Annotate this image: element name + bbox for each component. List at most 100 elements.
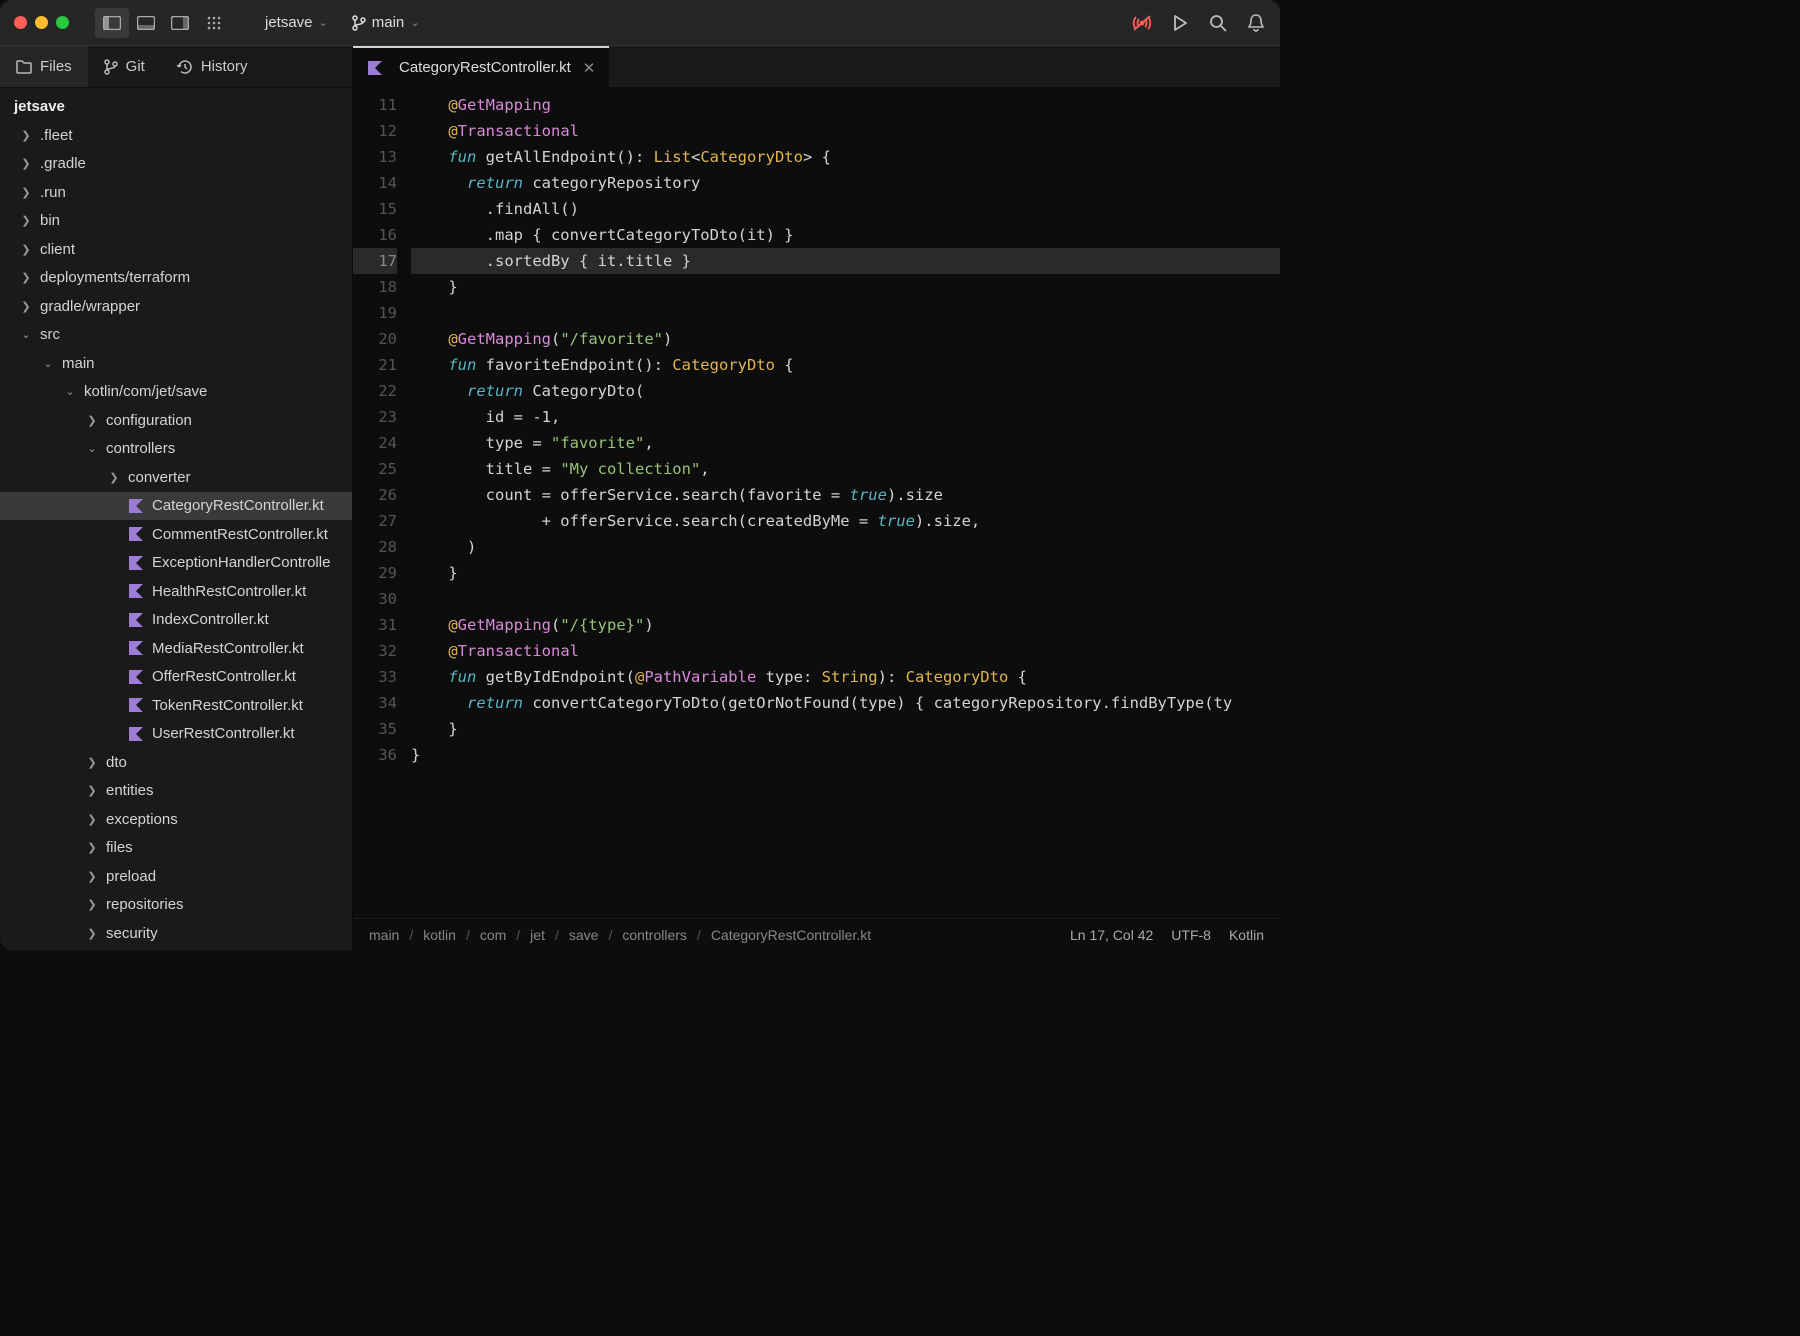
code-line[interactable]: + offerService.search(createdByMe = true… bbox=[411, 508, 1280, 534]
code-line[interactable]: title = "My collection", bbox=[411, 456, 1280, 482]
tree-folder[interactable]: ❯bin bbox=[0, 207, 352, 236]
minimize-window[interactable] bbox=[35, 16, 48, 29]
code-line[interactable]: } bbox=[411, 274, 1280, 300]
code-line[interactable]: return convertCategoryToDto(getOrNotFoun… bbox=[411, 690, 1280, 716]
breadcrumb[interactable]: main/kotlin/com/jet/save/controllers/Cat… bbox=[369, 927, 871, 943]
broadcast-off-icon[interactable] bbox=[1132, 13, 1152, 33]
chevron-right-icon[interactable]: ❯ bbox=[84, 813, 100, 826]
chevron-down-icon[interactable]: ⌄ bbox=[18, 328, 34, 341]
chevron-right-icon[interactable]: ❯ bbox=[18, 157, 34, 170]
tree-folder[interactable]: ⌄kotlin/com/jet/save bbox=[0, 378, 352, 407]
chevron-right-icon[interactable]: ❯ bbox=[84, 756, 100, 769]
chevron-right-icon[interactable]: ❯ bbox=[18, 300, 34, 313]
chevron-right-icon[interactable]: ❯ bbox=[84, 927, 100, 940]
breadcrumb-item[interactable]: main bbox=[369, 927, 399, 943]
code[interactable]: @GetMapping @Transactional fun getAllEnd… bbox=[411, 92, 1280, 918]
panel-right-icon[interactable] bbox=[163, 8, 197, 38]
cursor-position[interactable]: Ln 17, Col 42 bbox=[1070, 927, 1153, 943]
tree-folder[interactable]: ⌄src bbox=[0, 321, 352, 350]
code-line[interactable]: } bbox=[411, 560, 1280, 586]
tree-folder[interactable]: ❯.fleet bbox=[0, 121, 352, 150]
project-root[interactable]: jetsave bbox=[0, 88, 352, 121]
branch-dropdown[interactable]: main ⌄ bbox=[344, 10, 428, 35]
tree-folder[interactable]: ❯preload bbox=[0, 862, 352, 891]
tree-folder[interactable]: ⌄controllers bbox=[0, 435, 352, 464]
code-line[interactable]: ) bbox=[411, 534, 1280, 560]
code-line[interactable]: } bbox=[411, 716, 1280, 742]
chevron-down-icon[interactable]: ⌄ bbox=[40, 357, 56, 370]
tree-folder[interactable]: ❯files bbox=[0, 834, 352, 863]
chevron-down-icon[interactable]: ⌄ bbox=[62, 385, 78, 398]
code-line[interactable]: type = "favorite", bbox=[411, 430, 1280, 456]
chevron-right-icon[interactable]: ❯ bbox=[18, 186, 34, 199]
tree-file[interactable]: HealthRestController.kt bbox=[0, 577, 352, 606]
chevron-right-icon[interactable]: ❯ bbox=[18, 214, 34, 227]
close-window[interactable] bbox=[14, 16, 27, 29]
code-line[interactable]: id = -1, bbox=[411, 404, 1280, 430]
breadcrumb-item[interactable]: save bbox=[569, 927, 599, 943]
code-line[interactable]: return CategoryDto( bbox=[411, 378, 1280, 404]
code-line[interactable]: count = offerService.search(favorite = t… bbox=[411, 482, 1280, 508]
tree-folder[interactable]: ❯converter bbox=[0, 463, 352, 492]
code-line[interactable]: .map { convertCategoryToDto(it) } bbox=[411, 222, 1280, 248]
tree-file[interactable]: CommentRestController.kt bbox=[0, 520, 352, 549]
code-line[interactable]: fun favoriteEndpoint(): CategoryDto { bbox=[411, 352, 1280, 378]
close-icon[interactable]: ✕ bbox=[583, 59, 596, 77]
tree-file[interactable]: ExceptionHandlerControlle bbox=[0, 549, 352, 578]
search-icon[interactable] bbox=[1208, 13, 1228, 33]
tree-folder[interactable]: ❯security bbox=[0, 919, 352, 948]
chevron-right-icon[interactable]: ❯ bbox=[18, 271, 34, 284]
tree-folder[interactable]: ❯deployments/terraform bbox=[0, 264, 352, 293]
code-line[interactable]: } bbox=[411, 742, 1280, 768]
tree-folder[interactable]: ❯entities bbox=[0, 777, 352, 806]
breadcrumb-item[interactable]: controllers bbox=[622, 927, 687, 943]
chevron-right-icon[interactable]: ❯ bbox=[18, 129, 34, 142]
chevron-down-icon[interactable]: ⌄ bbox=[84, 442, 100, 455]
tree-folder[interactable]: ❯client bbox=[0, 235, 352, 264]
chevron-right-icon[interactable]: ❯ bbox=[84, 841, 100, 854]
sidebar-tab-history[interactable]: History bbox=[161, 46, 264, 87]
breadcrumb-item[interactable]: kotlin bbox=[423, 927, 456, 943]
tree-file[interactable]: CategoryRestController.kt bbox=[0, 492, 352, 521]
tree-folder[interactable]: ❯exceptions bbox=[0, 805, 352, 834]
tree-file[interactable]: MediaRestController.kt bbox=[0, 634, 352, 663]
breadcrumb-item[interactable]: com bbox=[480, 927, 506, 943]
tree-folder[interactable]: ❯repositories bbox=[0, 891, 352, 920]
grid-icon[interactable] bbox=[197, 8, 231, 38]
run-icon[interactable] bbox=[1170, 13, 1190, 33]
code-line[interactable]: @Transactional bbox=[411, 638, 1280, 664]
chevron-right-icon[interactable]: ❯ bbox=[106, 471, 122, 484]
tree-folder[interactable]: ❯.run bbox=[0, 178, 352, 207]
code-line[interactable] bbox=[411, 586, 1280, 612]
breadcrumb-item[interactable]: CategoryRestController.kt bbox=[711, 927, 871, 943]
tree-file[interactable]: OfferRestController.kt bbox=[0, 663, 352, 692]
tree-file[interactable]: IndexController.kt bbox=[0, 606, 352, 635]
panel-left-icon[interactable] bbox=[95, 8, 129, 38]
encoding[interactable]: UTF-8 bbox=[1171, 927, 1211, 943]
code-area[interactable]: 1112131415161718192021222324252627282930… bbox=[353, 88, 1280, 918]
code-line[interactable]: return categoryRepository bbox=[411, 170, 1280, 196]
tree-folder[interactable]: ❯configuration bbox=[0, 406, 352, 435]
code-line[interactable]: .findAll() bbox=[411, 196, 1280, 222]
code-line[interactable]: fun getAllEndpoint(): List<CategoryDto> … bbox=[411, 144, 1280, 170]
panel-bottom-icon[interactable] bbox=[129, 8, 163, 38]
tree-folder[interactable]: ⌄main bbox=[0, 349, 352, 378]
sidebar-tab-files[interactable]: Files bbox=[0, 46, 88, 87]
tree-folder[interactable]: ❯dto bbox=[0, 748, 352, 777]
chevron-right-icon[interactable]: ❯ bbox=[84, 784, 100, 797]
code-line[interactable]: @GetMapping bbox=[411, 92, 1280, 118]
code-line[interactable]: @Transactional bbox=[411, 118, 1280, 144]
chevron-right-icon[interactable]: ❯ bbox=[84, 870, 100, 883]
tree-file[interactable]: TokenRestController.kt bbox=[0, 691, 352, 720]
project-dropdown[interactable]: jetsave ⌄ bbox=[257, 10, 336, 35]
breadcrumb-item[interactable]: jet bbox=[530, 927, 545, 943]
language[interactable]: Kotlin bbox=[1229, 927, 1264, 943]
tree-folder[interactable]: ❯gradle/wrapper bbox=[0, 292, 352, 321]
tree-file[interactable]: UserRestController.kt bbox=[0, 720, 352, 749]
tree-folder[interactable]: ❯.gradle bbox=[0, 150, 352, 179]
editor-tab[interactable]: CategoryRestController.kt ✕ bbox=[353, 46, 609, 87]
code-line[interactable] bbox=[411, 300, 1280, 326]
code-line[interactable]: @GetMapping("/{type}") bbox=[411, 612, 1280, 638]
bell-icon[interactable] bbox=[1246, 13, 1266, 33]
chevron-right-icon[interactable]: ❯ bbox=[84, 898, 100, 911]
